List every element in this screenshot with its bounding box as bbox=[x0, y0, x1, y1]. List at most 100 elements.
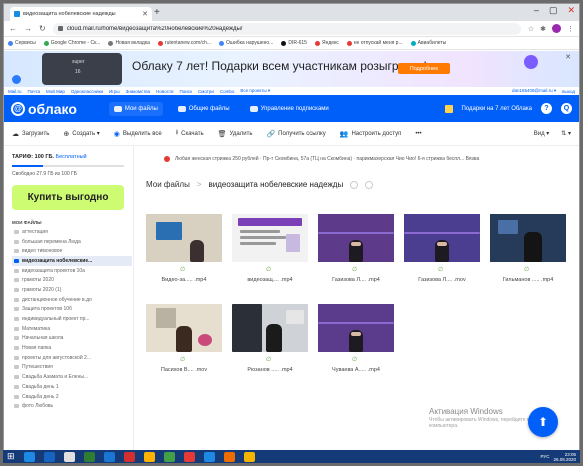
share-link-icon[interactable]: ∅ bbox=[180, 356, 185, 363]
video-thumbnail[interactable] bbox=[146, 304, 222, 352]
banner-details-button[interactable]: Подробнее bbox=[398, 63, 450, 74]
video-thumbnail[interactable] bbox=[318, 304, 394, 352]
forward-icon[interactable]: → bbox=[24, 24, 32, 33]
sidebar-folder-item[interactable]: Свадьба день 2 bbox=[12, 392, 133, 402]
taskbar-app-icon[interactable] bbox=[103, 451, 115, 462]
menu-icon[interactable]: ⋮ bbox=[567, 25, 574, 33]
portal-link[interactable]: Все проекты ▾ bbox=[240, 88, 270, 94]
portal-link[interactable]: Одноклассники bbox=[71, 89, 103, 94]
select-all-button[interactable]: ◉ Выделить все bbox=[114, 130, 162, 138]
tab-close-icon[interactable]: ✕ bbox=[142, 10, 148, 18]
bookmark-item[interactable]: Сервисы bbox=[8, 40, 36, 46]
file-card[interactable]: ∅ Газизова Л.... .mov bbox=[404, 214, 480, 288]
file-card[interactable]: ∅ Видео-за..... .mp4 bbox=[146, 214, 222, 288]
share-link-icon[interactable]: ∅ bbox=[352, 356, 357, 363]
taskbar-app-icon[interactable] bbox=[243, 451, 255, 462]
share-link-icon[interactable]: ∅ bbox=[266, 356, 271, 363]
language-indicator[interactable]: РУС bbox=[540, 454, 549, 459]
video-thumbnail[interactable] bbox=[146, 214, 222, 262]
maximize-icon[interactable]: ▢ bbox=[549, 5, 558, 16]
share-link-icon[interactable]: ∅ bbox=[352, 266, 357, 273]
sidebar-folder-item[interactable]: большая перемена Люда bbox=[12, 237, 133, 247]
share-link-icon[interactable]: ∅ bbox=[524, 266, 529, 273]
video-thumbnail[interactable] bbox=[232, 214, 308, 262]
portal-link[interactable]: Смотри bbox=[198, 89, 214, 94]
download-button[interactable]: ⭳ Скачать bbox=[176, 128, 204, 139]
view-dropdown[interactable]: Вид ▾ bbox=[534, 130, 550, 137]
sidebar-folder-item[interactable]: видеозащита нобелевские... bbox=[12, 256, 132, 266]
portal-link[interactable]: Мой Мир bbox=[46, 89, 65, 94]
share-link-icon[interactable]: ∅ bbox=[266, 266, 271, 273]
ad-notice[interactable]: Любая женская стрижка 250 рублей · Пр-т … bbox=[164, 156, 574, 162]
file-card[interactable]: ∅ Рюзанов ..... .mp4 bbox=[232, 304, 308, 378]
video-thumbnail[interactable] bbox=[404, 214, 480, 262]
banner-close-icon[interactable]: ✕ bbox=[565, 53, 571, 61]
file-card[interactable]: ∅ Пасихов В.... .mov bbox=[146, 304, 222, 378]
url-field[interactable]: cloud.mail.ru/home/видеозащита%20нобелев… bbox=[52, 22, 521, 35]
sidebar-folder-item[interactable]: Путешествия bbox=[12, 363, 133, 373]
taskbar-app-icon[interactable] bbox=[63, 451, 75, 462]
portal-link[interactable]: Почта bbox=[28, 89, 41, 94]
taskbar-app-icon[interactable] bbox=[163, 451, 175, 462]
portal-link[interactable]: Игры bbox=[109, 89, 120, 94]
sidebar-folder-item[interactable]: видеозащита проектов 10а bbox=[12, 266, 133, 276]
sidebar-folder-item[interactable]: проекты для августовской 2... bbox=[12, 353, 133, 363]
access-button[interactable]: 👥 Настроить доступ bbox=[340, 130, 402, 138]
sidebar-folder-item[interactable]: Новая папка bbox=[12, 343, 133, 353]
delete-button[interactable]: 🗑 Удалить bbox=[218, 130, 253, 138]
close-window-icon[interactable]: ✕ bbox=[567, 5, 575, 16]
sidebar-folder-item[interactable]: видео тимоновое bbox=[12, 246, 133, 256]
buy-button[interactable]: Купить выгодно bbox=[12, 185, 124, 210]
extension-icon[interactable]: ✱ bbox=[540, 25, 546, 33]
star-icon[interactable]: ☆ bbox=[528, 25, 534, 33]
bookmark-item[interactable]: rutentanew.com/ch... bbox=[157, 40, 211, 46]
sidebar-folder-item[interactable]: фото Любовь bbox=[12, 401, 133, 411]
sidebar-folder-item[interactable]: Свадьба день 1 bbox=[12, 382, 133, 392]
share-link-icon[interactable]: ∅ bbox=[180, 266, 185, 273]
new-tab-button[interactable]: + bbox=[154, 7, 160, 18]
bookmark-item[interactable]: не отпускай меня р... bbox=[346, 40, 403, 46]
sidebar-folder-item[interactable]: Защита проектов 10б bbox=[12, 305, 133, 315]
upload-fab-button[interactable]: ⬆ bbox=[528, 407, 558, 437]
share-folder-icon[interactable] bbox=[350, 180, 359, 189]
help-button[interactable]: ? bbox=[541, 103, 552, 114]
taskbar-app-icon[interactable] bbox=[183, 451, 195, 462]
upload-button[interactable]: ☁ Загрузить bbox=[12, 130, 49, 138]
windows-start-icon[interactable]: ⊞ bbox=[7, 451, 15, 462]
taskbar-app-icon[interactable] bbox=[83, 451, 95, 462]
taskbar-app-icon[interactable] bbox=[123, 451, 135, 462]
nav-my-files[interactable]: Мои файлы bbox=[108, 101, 163, 116]
portal-link[interactable]: Поиск bbox=[180, 89, 192, 94]
bookmark-item[interactable]: DIR-615 bbox=[281, 40, 307, 46]
sidebar-folder-item[interactable]: аттестация bbox=[12, 227, 133, 237]
portal-link[interactable]: Знакомства bbox=[126, 89, 150, 94]
share-link-icon[interactable]: ∅ bbox=[438, 266, 443, 273]
browser-tab[interactable]: видеозащита нобелевские надежды ✕ bbox=[10, 7, 152, 21]
bookmark-item[interactable]: Яндекс bbox=[314, 40, 339, 46]
video-thumbnail[interactable] bbox=[318, 214, 394, 262]
back-icon[interactable]: ← bbox=[9, 24, 17, 33]
tariff-value[interactable]: Бесплатный bbox=[56, 154, 87, 160]
nav-subscriptions[interactable]: Управление подписками bbox=[245, 102, 334, 116]
sidebar-folder-item[interactable]: дистанционное обучение в.до bbox=[12, 295, 133, 305]
portal-user[interactable]: dan165408@mail.ru ▾ bbox=[512, 88, 556, 94]
nav-shared-files[interactable]: Общие файлы bbox=[173, 102, 235, 116]
portal-link[interactable]: Mail.ru bbox=[8, 89, 22, 94]
cloud-logo[interactable]: @ облако bbox=[11, 101, 77, 117]
sidebar-folder-item[interactable]: Начальная школа bbox=[12, 334, 133, 344]
sidebar-folder-item[interactable]: грамоты 2020 bbox=[12, 275, 133, 285]
sort-dropdown[interactable]: ⇅ ▾ bbox=[561, 130, 571, 137]
profile-avatar[interactable] bbox=[552, 24, 561, 33]
sidebar-folder-item[interactable]: индивидуальный проект пр... bbox=[12, 314, 133, 324]
portal-link[interactable]: Combo bbox=[220, 89, 235, 94]
file-card[interactable]: ∅ видеозащ.... .mp4 bbox=[232, 214, 308, 288]
breadcrumb-root[interactable]: Мои файлы bbox=[146, 180, 190, 189]
sidebar-folder-item[interactable]: грамоты 2020 (1) bbox=[12, 285, 133, 295]
sidebar-folder-item[interactable]: Свадьба Азамата и Елены... bbox=[12, 372, 133, 382]
portal-link[interactable]: Новости bbox=[156, 89, 173, 94]
reload-icon[interactable]: ↻ bbox=[39, 24, 46, 33]
more-button[interactable]: ••• bbox=[415, 131, 421, 137]
file-card[interactable]: ∅ Чуваева А..... .mp4 bbox=[318, 304, 394, 378]
taskbar-app-icon[interactable] bbox=[203, 451, 215, 462]
bookmark-item[interactable]: Google Chrome - Ск... bbox=[43, 40, 100, 46]
